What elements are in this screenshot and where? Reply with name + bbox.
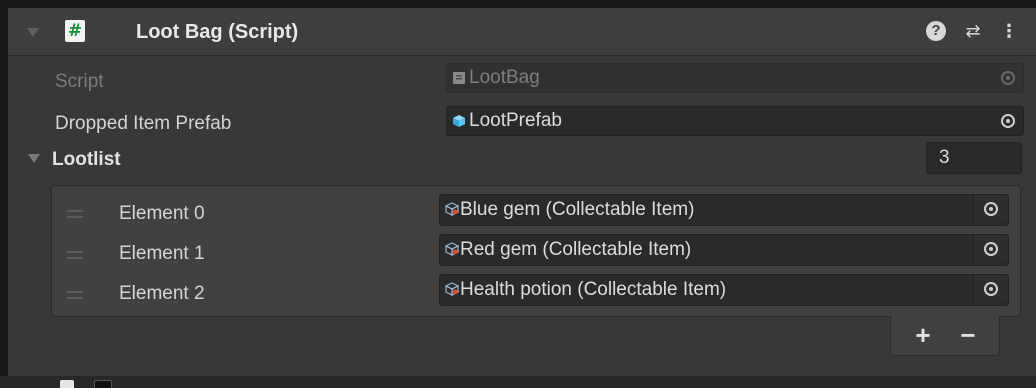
object-picker-icon[interactable] <box>984 242 998 256</box>
object-picker-icon[interactable] <box>984 202 998 216</box>
prefab-cube-icon <box>453 115 465 127</box>
list-item-label: Element 1 <box>119 243 205 264</box>
script-label: Script <box>55 71 104 92</box>
help-icon[interactable]: ? <box>926 21 946 41</box>
list-item-field[interactable]: Health potion (Collectable Item) <box>439 274 1009 306</box>
list-item-field[interactable]: Red gem (Collectable Item) <box>439 234 1009 266</box>
list-item-field[interactable]: Blue gem (Collectable Item) <box>439 194 1009 226</box>
remove-element-button[interactable]: − <box>951 322 985 348</box>
next-component-strip <box>0 376 1036 388</box>
lootlist-size-input[interactable]: 3 <box>926 142 1022 174</box>
presets-icon[interactable]: ⇄ <box>962 20 984 42</box>
dropped-item-prefab-value: LootPrefab <box>469 110 562 131</box>
list-item-value: Red gem (Collectable Item) <box>460 239 692 260</box>
component-header[interactable]: # Loot Bag (Script) ? ⇄ ⋮ <box>8 8 1036 56</box>
scriptable-object-icon <box>445 202 459 216</box>
list-item-value: Blue gem (Collectable Item) <box>460 199 695 220</box>
dropped-item-prefab-field[interactable]: LootPrefab <box>446 106 1024 136</box>
drag-handle-icon[interactable] <box>67 251 83 259</box>
list-item-label: Element 2 <box>119 283 205 304</box>
foldout-arrow-icon[interactable] <box>27 28 39 37</box>
object-picker-icon <box>1001 71 1015 85</box>
inspector-root: # Loot Bag (Script) ? ⇄ ⋮ Script LootBag… <box>0 0 1036 388</box>
lootlist-label[interactable]: Lootlist <box>52 148 121 172</box>
component-icon <box>94 380 112 388</box>
object-picker-icon[interactable] <box>984 282 998 296</box>
object-picker-button[interactable] <box>973 275 1008 303</box>
script-field: LootBag <box>446 63 1024 93</box>
script-value: LootBag <box>469 67 540 88</box>
lootlist-reorderable-list: Element 0 Blue gem (Collectable Item) El… <box>51 185 1021 317</box>
object-picker-button[interactable] <box>973 235 1008 263</box>
drag-handle-icon[interactable] <box>67 291 83 299</box>
drag-handle-icon[interactable] <box>67 210 83 218</box>
add-element-button[interactable]: + <box>906 322 940 348</box>
csharp-script-icon: # <box>65 20 85 42</box>
list-item-label: Element 0 <box>119 203 205 224</box>
lootlist-foldout-arrow-icon[interactable] <box>28 154 40 163</box>
document-icon <box>60 380 74 388</box>
object-picker-button[interactable] <box>973 195 1008 223</box>
scriptable-object-icon <box>445 242 459 256</box>
list-footer: + − <box>890 316 1000 356</box>
lootlist-size-value: 3 <box>939 147 950 168</box>
more-options-icon[interactable]: ⋮ <box>1000 20 1018 42</box>
object-picker-icon[interactable] <box>1001 114 1015 128</box>
script-asset-icon <box>453 72 465 84</box>
scriptable-object-icon <box>445 282 459 296</box>
component-title: Loot Bag (Script) <box>136 21 299 43</box>
list-item-value: Health potion (Collectable Item) <box>460 279 727 300</box>
dropped-item-prefab-label: Dropped Item Prefab <box>55 113 232 134</box>
component-panel: # Loot Bag (Script) ? ⇄ ⋮ Script LootBag… <box>8 8 1036 376</box>
